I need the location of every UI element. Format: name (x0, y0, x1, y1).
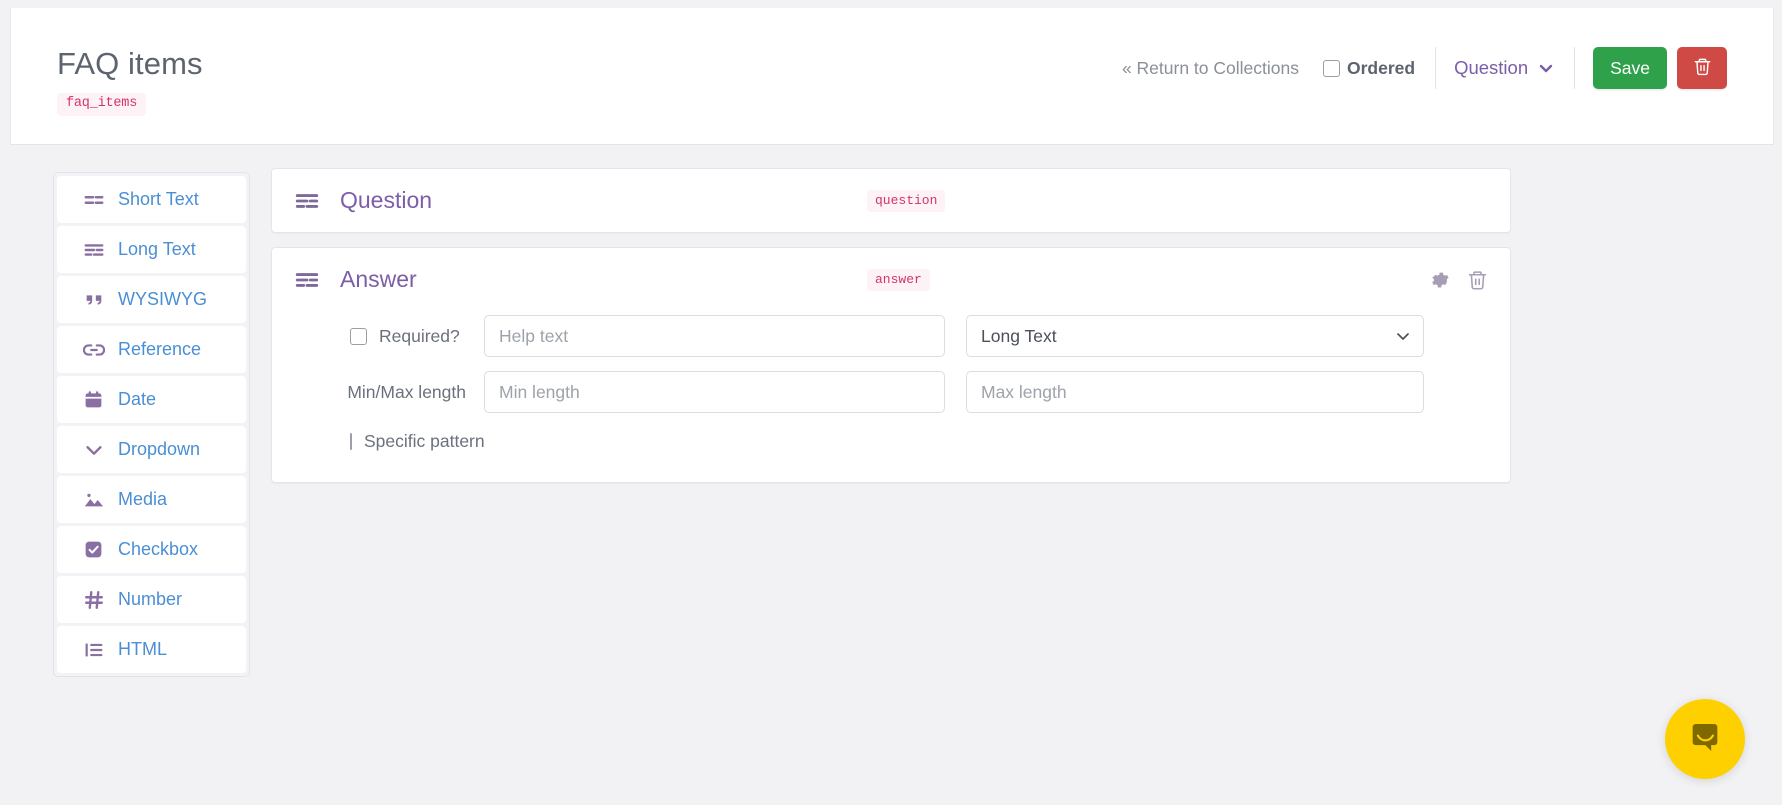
sidebar-item-number[interactable]: Number (57, 576, 246, 623)
quote-icon (83, 289, 109, 311)
help-text-input[interactable] (484, 315, 945, 357)
required-label: Required? (379, 325, 460, 346)
trash-icon[interactable] (1467, 269, 1488, 290)
sidebar-item-dropdown[interactable]: Dropdown (57, 426, 246, 473)
sidebar-item-long-text[interactable]: Long Text (57, 226, 246, 273)
specific-pattern-checkbox[interactable] (350, 433, 352, 450)
header-actions: « Return to Collections Ordered Question… (1122, 47, 1727, 89)
header-divider-2 (1574, 47, 1576, 89)
sidebar-item-label: Reference (118, 339, 202, 359)
long-text-icon (294, 267, 320, 293)
list-icon (83, 639, 109, 661)
sidebar-item-label: Checkbox (118, 539, 199, 559)
calendar-icon (83, 389, 109, 410)
chat-launcher-button[interactable] (1665, 699, 1745, 779)
sidebar-item-label: WYSIWYG (118, 289, 207, 309)
field-card-tools (1429, 269, 1488, 290)
field-title: Question (340, 187, 433, 213)
sidebar-item-date[interactable]: Date (57, 376, 246, 423)
title-block: FAQ items faq_items (57, 46, 203, 116)
required-help-type-row: Required? Long Text (294, 315, 1488, 357)
field-card-question[interactable]: Question question (271, 168, 1511, 233)
fields-list: Question question Answer answer Required… (271, 168, 1511, 497)
sidebar-item-label: Short Text (118, 189, 199, 209)
sidebar-item-label: Long Text (118, 239, 196, 259)
chevron-down-icon (83, 439, 109, 461)
ordered-checkbox[interactable] (1322, 59, 1340, 77)
minmax-label: Min/Max length (347, 381, 466, 402)
sidebar-item-label: HTML (118, 639, 167, 659)
field-type-select[interactable]: Long Text (966, 315, 1424, 357)
delete-collection-button[interactable] (1677, 47, 1727, 89)
page-title: FAQ items (57, 46, 203, 81)
save-button[interactable]: Save (1593, 47, 1667, 89)
sidebar-item-label: Number (118, 589, 183, 609)
field-card-answer: Answer answer Required? Help text Long T… (271, 247, 1511, 483)
header-divider-1 (1435, 47, 1437, 89)
long-text-icon (83, 239, 109, 261)
specific-pattern-label: Specific pattern (364, 431, 485, 451)
hash-icon (83, 589, 109, 611)
sidebar-item-wysiwyg[interactable]: WYSIWYG (57, 276, 246, 323)
sidebar-item-media[interactable]: Media (57, 476, 246, 523)
sidebar-item-label: Date (118, 389, 157, 409)
field-card-header[interactable]: Answer answer (272, 248, 1510, 311)
return-to-collections-link[interactable]: « Return to Collections (1122, 58, 1299, 79)
specific-pattern-row: Specific pattern (294, 431, 1488, 452)
minmax-length-row: Min/Max length (294, 371, 1488, 413)
required-checkbox-group[interactable]: Required? (294, 326, 484, 347)
field-selector-label: Question (1454, 57, 1529, 78)
app-root: FAQ items faq_items « Return to Collecti… (0, 0, 1782, 805)
gear-icon[interactable] (1429, 269, 1450, 290)
sidebar-item-label: Media (118, 489, 168, 509)
page-header: FAQ items faq_items « Return to Collecti… (10, 8, 1774, 145)
field-selector-dropdown[interactable]: Question (1454, 57, 1554, 79)
sidebar-item-label: Dropdown (118, 439, 201, 459)
sidebar-item-reference[interactable]: Reference (57, 326, 246, 373)
ordered-label: Ordered (1346, 57, 1416, 78)
required-checkbox[interactable] (350, 327, 367, 345)
chat-bubble-icon (1686, 719, 1724, 760)
image-icon (83, 489, 109, 511)
minmax-label-wrap: Min/Max length (294, 382, 484, 403)
max-length-input[interactable] (966, 371, 1424, 413)
specific-pattern-checkbox-group[interactable]: Specific pattern (294, 431, 485, 452)
trash-icon (1693, 57, 1712, 79)
field-code-badge: answer (867, 268, 930, 291)
sidebar-item-short-text[interactable]: Short Text (57, 176, 246, 223)
short-text-icon (83, 189, 109, 211)
sidebar-item-checkbox[interactable]: Checkbox (57, 526, 246, 573)
field-type-palette: Short Text Long Text WYSIWYG Reference D (53, 172, 250, 677)
field-settings-body: Required? Long Text Min/Max lengt (272, 311, 1510, 482)
field-card-header[interactable]: Question question (272, 169, 1510, 232)
link-icon (83, 339, 109, 361)
collection-code-badge: faq_items (57, 93, 147, 116)
checkbox-icon (83, 539, 109, 560)
field-code-badge: question (867, 189, 946, 212)
long-text-icon (294, 188, 320, 214)
min-length-input[interactable] (484, 371, 945, 413)
field-title: Answer (340, 266, 417, 292)
ordered-checkbox-group[interactable]: Ordered (1322, 57, 1416, 79)
field-type-select-wrap: Long Text (966, 315, 1424, 357)
sidebar-item-html[interactable]: HTML (57, 626, 246, 673)
chevron-down-icon (1538, 60, 1554, 76)
